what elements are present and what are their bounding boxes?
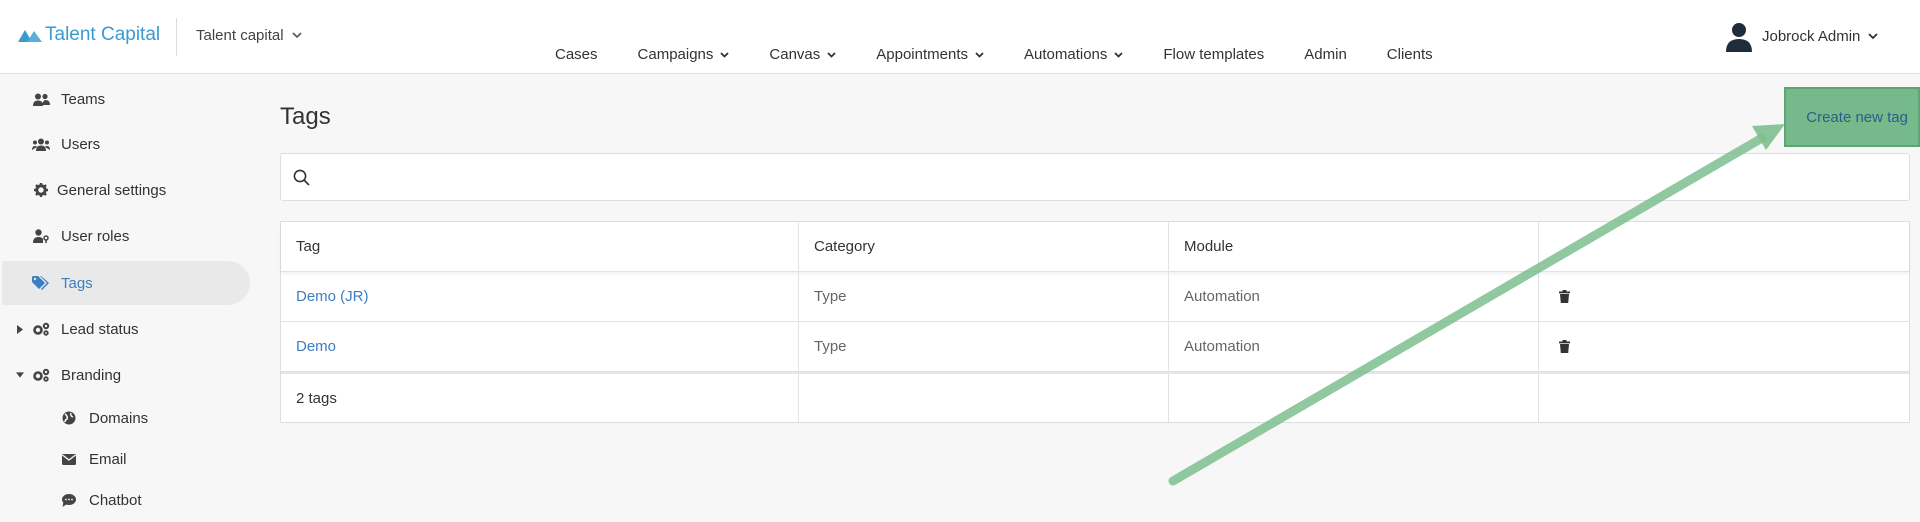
tag-link[interactable]: Demo (JR) <box>296 288 369 305</box>
sidebar-item-label: User roles <box>61 227 130 245</box>
caret-right-icon[interactable] <box>16 324 24 334</box>
table-footer-row: 2 tags <box>281 372 1909 422</box>
sidebar-item-label: Teams <box>61 90 106 108</box>
user-menu[interactable]: Jobrock Admin <box>1724 20 1879 52</box>
sidebar-item-label: Tags <box>61 274 93 292</box>
gear-icon <box>32 183 50 197</box>
sidebar-item-label: General settings <box>57 181 167 199</box>
table-row: Demo (JR) Type Automation <box>281 272 1909 322</box>
sidebar-item-domains[interactable]: Domains <box>0 396 248 440</box>
nav-label: Canvas <box>769 46 821 63</box>
sidebar-item-chatbot[interactable]: Chatbot <box>0 478 248 522</box>
top-header: Talent Capital Talent capital Cases Campa… <box>0 0 1920 74</box>
nav-admin[interactable]: Admin <box>1304 46 1347 63</box>
sidebar-item-label: Lead status <box>61 320 139 338</box>
page-title: Tags <box>280 103 331 130</box>
tag-module: Automation <box>1169 322 1539 371</box>
create-new-tag-button[interactable]: Create new tag <box>1784 87 1920 147</box>
user-name: Jobrock Admin <box>1762 27 1861 45</box>
sidebar-item-tags[interactable]: Tags <box>2 261 250 305</box>
column-header-tag[interactable]: Tag <box>281 222 799 271</box>
chevron-down-icon <box>1114 51 1124 58</box>
sidebar-item-users[interactable]: Users <box>0 122 248 166</box>
tags-icon <box>32 276 50 290</box>
nav-label: Appointments <box>876 46 968 63</box>
column-header-actions <box>1539 222 1909 271</box>
chevron-down-icon <box>291 32 302 39</box>
nav-appointments[interactable]: Appointments <box>876 46 984 63</box>
tag-link[interactable]: Demo <box>296 338 336 355</box>
logo-mountain-icon <box>18 30 42 42</box>
nav-label: Cases <box>555 46 598 63</box>
nav-label: Flow templates <box>1163 46 1265 63</box>
chevron-down-icon <box>975 51 984 58</box>
search-bar[interactable] <box>280 153 1910 201</box>
gears-icon <box>32 322 50 336</box>
logo-text: Talent Capital <box>45 24 161 45</box>
chevron-down-icon <box>1868 32 1879 39</box>
nav-clients[interactable]: Clients <box>1387 46 1433 63</box>
logo[interactable]: Talent Capital <box>18 24 160 46</box>
tags-table: Tag Category Module Demo (JR) Type Autom… <box>280 221 1910 423</box>
chat-icon <box>60 493 78 507</box>
envelope-icon <box>60 453 78 465</box>
nav-label: Campaigns <box>637 46 714 63</box>
tag-category: Type <box>799 272 1169 321</box>
sidebar-item-label: Branding <box>61 366 122 384</box>
sidebar: Teams Users General settings User roles … <box>0 75 250 522</box>
user-key-icon <box>32 229 50 243</box>
user-avatar-icon <box>1726 23 1752 52</box>
sidebar-item-lead-status[interactable]: Lead status <box>0 307 248 351</box>
table-row: Demo Type Automation <box>281 322 1909 372</box>
workspace-label: Talent capital <box>196 27 284 44</box>
sidebar-item-teams[interactable]: Teams <box>0 77 248 121</box>
globe-icon <box>60 411 78 425</box>
chevron-down-icon <box>720 51 730 58</box>
nav-cases[interactable]: Cases <box>555 46 598 63</box>
nav-label: Admin <box>1304 46 1347 63</box>
sidebar-item-label: Chatbot <box>89 491 142 509</box>
sidebar-item-label: Users <box>61 135 101 153</box>
column-header-category[interactable]: Category <box>799 222 1169 271</box>
search-input[interactable] <box>320 154 1909 200</box>
search-icon <box>293 169 310 186</box>
column-header-module[interactable]: Module <box>1169 222 1539 271</box>
sidebar-item-branding[interactable]: Branding <box>0 353 248 397</box>
nav-label: Clients <box>1386 46 1433 63</box>
main-nav: Cases Campaigns Canvas Appointments Automati… <box>555 46 1433 63</box>
header-divider <box>176 18 177 56</box>
sidebar-item-general-settings[interactable]: General settings <box>0 168 248 212</box>
sidebar-item-label: Domains <box>89 409 149 427</box>
nav-canvas[interactable]: Canvas <box>769 46 836 63</box>
sidebar-item-email[interactable]: Email <box>0 437 248 481</box>
chevron-down-icon <box>827 51 836 58</box>
nav-campaigns[interactable]: Campaigns <box>638 46 730 63</box>
workspace-selector[interactable]: Talent capital <box>196 27 302 44</box>
nav-flow-templates[interactable]: Flow templates <box>1163 46 1264 63</box>
gears-icon <box>32 368 50 382</box>
tag-count: 2 tags <box>281 374 799 422</box>
caret-down-icon[interactable] <box>16 372 24 378</box>
tag-module: Automation <box>1169 272 1539 321</box>
tag-category: Type <box>799 322 1169 371</box>
nav-label: Automations <box>1024 46 1108 63</box>
users-group-icon <box>32 138 50 151</box>
table-header-row: Tag Category Module <box>281 222 1909 272</box>
sidebar-item-label: Email <box>89 450 127 468</box>
users-icon <box>32 93 50 106</box>
nav-automations[interactable]: Automations <box>1024 46 1124 63</box>
trash-icon[interactable] <box>1559 340 1570 353</box>
trash-icon[interactable] <box>1559 290 1570 303</box>
sidebar-item-user-roles[interactable]: User roles <box>0 214 248 258</box>
